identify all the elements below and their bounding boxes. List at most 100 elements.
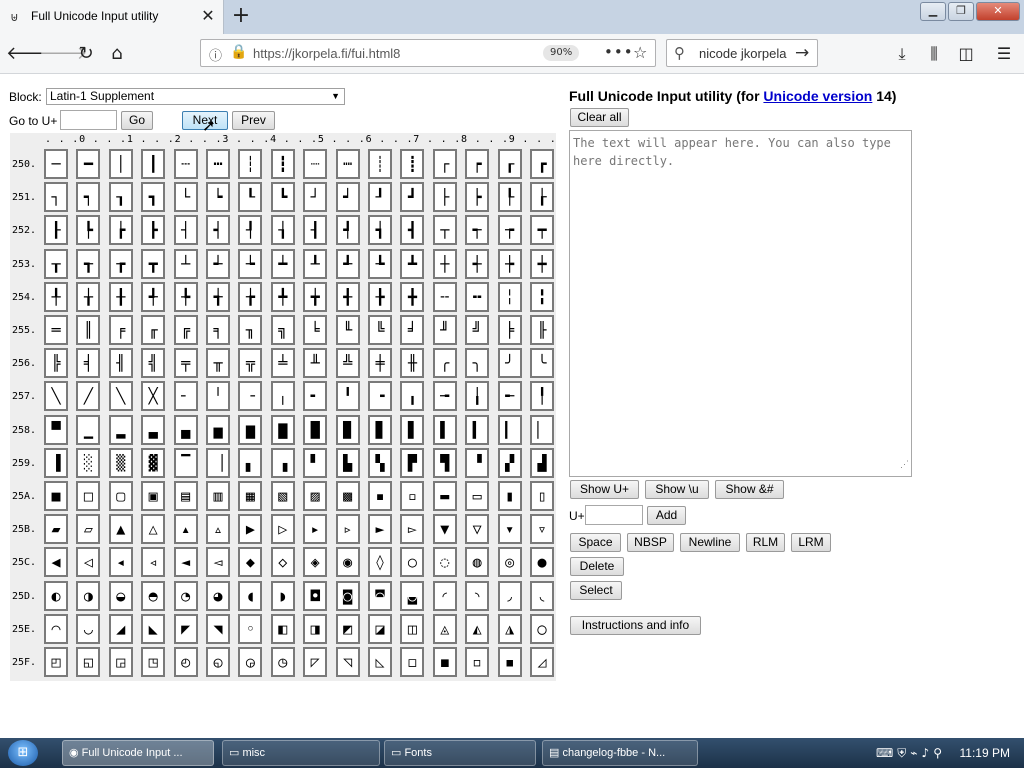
char-cell[interactable]: ▬ xyxy=(432,481,457,511)
char-cell[interactable]: ┢ xyxy=(108,215,133,246)
char-cell[interactable]: ┑ xyxy=(76,182,101,213)
char-cell[interactable]: ━ xyxy=(76,149,101,179)
char-cell[interactable]: ╻ xyxy=(400,381,425,412)
char-cell[interactable]: ┵ xyxy=(206,248,230,279)
char-cell[interactable]: ◳ xyxy=(141,647,166,677)
char-cell[interactable]: ┺ xyxy=(368,248,392,279)
char-cell[interactable]: ◷ xyxy=(270,647,295,677)
char-cell[interactable]: ◝ xyxy=(465,580,490,611)
char-cell[interactable]: ╆ xyxy=(238,281,263,312)
char-cell[interactable]: ◣ xyxy=(141,613,166,644)
char-cell[interactable]: ◵ xyxy=(206,647,230,677)
char-cell[interactable]: ╝ xyxy=(465,315,490,345)
char-cell[interactable]: ◺ xyxy=(368,647,392,677)
char-cell[interactable]: ╮ xyxy=(465,348,490,379)
char-cell[interactable]: ┚ xyxy=(368,182,392,213)
char-cell[interactable]: ┩ xyxy=(335,215,360,246)
char-cell[interactable]: ┊ xyxy=(368,149,392,179)
back-icon[interactable]: 🡐 xyxy=(6,40,54,68)
char-cell[interactable]: ╶ xyxy=(238,381,263,412)
volume-icon[interactable]: ♪ xyxy=(922,746,934,760)
char-cell[interactable]: ◔ xyxy=(173,580,198,611)
char-cell[interactable]: ╨ xyxy=(303,348,328,379)
char-cell[interactable]: ◰ xyxy=(44,647,68,677)
char-cell[interactable]: ◕ xyxy=(206,580,230,611)
char-cell[interactable]: ┸ xyxy=(303,248,328,279)
char-cell[interactable]: ▖ xyxy=(238,447,263,478)
char-cell[interactable]: ▘ xyxy=(303,447,328,478)
new-tab-button[interactable]: + xyxy=(229,4,253,28)
char-cell[interactable]: ▷ xyxy=(270,514,295,545)
char-cell[interactable]: ╥ xyxy=(206,348,230,379)
char-cell[interactable]: ◶ xyxy=(238,647,263,677)
char-cell[interactable]: ▸ xyxy=(303,514,328,545)
char-cell[interactable]: ╇ xyxy=(270,281,295,312)
char-cell[interactable]: ■ xyxy=(44,481,68,511)
char-cell[interactable]: ╭ xyxy=(432,348,457,379)
char-cell[interactable]: ╕ xyxy=(206,315,230,345)
char-cell[interactable]: ┴ xyxy=(173,248,198,279)
add-button[interactable]: Add xyxy=(647,506,686,525)
char-cell[interactable]: ▜ xyxy=(432,447,457,478)
delete-button[interactable]: Delete xyxy=(570,557,624,576)
char-cell[interactable]: ◊ xyxy=(368,547,392,578)
char-cell[interactable]: ◆ xyxy=(238,547,263,578)
char-cell[interactable]: ┎ xyxy=(497,149,522,179)
nbsp-button[interactable]: NBSP xyxy=(627,533,674,552)
char-cell[interactable]: ╉ xyxy=(335,281,360,312)
zoom-badge[interactable]: 90% xyxy=(543,45,580,61)
download-icon[interactable]: ⤓ xyxy=(888,40,916,68)
rlm-button[interactable]: RLM xyxy=(746,533,785,552)
char-cell[interactable]: │ xyxy=(108,149,133,179)
info-icon[interactable]: ⓘ xyxy=(209,45,222,64)
char-cell[interactable]: ▦ xyxy=(238,481,263,511)
char-cell[interactable]: ╀ xyxy=(44,281,68,312)
lrm-button[interactable]: LRM xyxy=(791,533,831,552)
show-backslash-u-button[interactable]: Show \u xyxy=(645,480,709,499)
search-icon[interactable]: ⚲ xyxy=(933,746,946,760)
char-cell[interactable]: ╸ xyxy=(303,381,328,412)
goto-codepoint-input[interactable] xyxy=(60,110,117,130)
char-cell[interactable]: ▒ xyxy=(108,447,133,478)
char-cell[interactable]: ┆ xyxy=(238,149,263,179)
char-cell[interactable]: ╪ xyxy=(368,348,392,379)
char-cell[interactable]: ▪ xyxy=(368,481,392,511)
char-cell[interactable]: ┏ xyxy=(530,149,554,179)
char-cell[interactable]: ╙ xyxy=(335,315,360,345)
codepoint-add-input[interactable] xyxy=(585,505,643,525)
char-cell[interactable]: ◥ xyxy=(206,613,230,644)
char-cell[interactable]: ▮ xyxy=(497,481,522,511)
char-cell[interactable]: ╩ xyxy=(335,348,360,379)
char-cell[interactable]: ◒ xyxy=(108,580,133,611)
char-cell[interactable]: ═ xyxy=(44,315,68,345)
char-cell[interactable]: ┨ xyxy=(303,215,328,246)
char-cell[interactable]: ▟ xyxy=(530,447,554,478)
char-cell[interactable]: ╰ xyxy=(530,348,554,379)
char-cell[interactable]: ○ xyxy=(400,547,425,578)
char-cell[interactable]: ╅ xyxy=(206,281,230,312)
char-cell[interactable]: ◦ xyxy=(238,613,263,644)
char-cell[interactable]: ╋ xyxy=(400,281,425,312)
network-icon[interactable]: ⌁ xyxy=(910,746,921,760)
char-cell[interactable]: ┻ xyxy=(400,248,425,279)
char-cell[interactable]: ╞ xyxy=(497,315,522,345)
char-cell[interactable]: ┌ xyxy=(432,149,457,179)
char-cell[interactable]: ┃ xyxy=(141,149,166,179)
char-cell[interactable]: ┇ xyxy=(270,149,295,179)
char-cell[interactable]: ├ xyxy=(432,182,457,213)
char-cell[interactable]: ◻ xyxy=(400,647,425,677)
char-cell[interactable]: ◈ xyxy=(303,547,328,578)
char-cell[interactable]: ▯ xyxy=(530,481,554,511)
char-cell[interactable]: ◟ xyxy=(530,580,554,611)
clock[interactable]: 11:19 PM xyxy=(960,746,1010,760)
char-cell[interactable]: ┹ xyxy=(335,248,360,279)
sidebar-icon[interactable]: ◫ xyxy=(952,40,980,68)
block-select[interactable]: Latin-1 Supplement ▼ xyxy=(46,88,345,105)
char-cell[interactable]: ┖ xyxy=(238,182,263,213)
char-cell[interactable]: ◲ xyxy=(108,647,133,677)
char-cell[interactable]: ╲ xyxy=(44,381,68,412)
char-cell[interactable]: ▕ xyxy=(206,447,230,478)
char-cell[interactable]: ┫ xyxy=(400,215,425,246)
char-cell[interactable]: ▌ xyxy=(432,414,457,445)
char-cell[interactable]: ◂ xyxy=(108,547,133,578)
